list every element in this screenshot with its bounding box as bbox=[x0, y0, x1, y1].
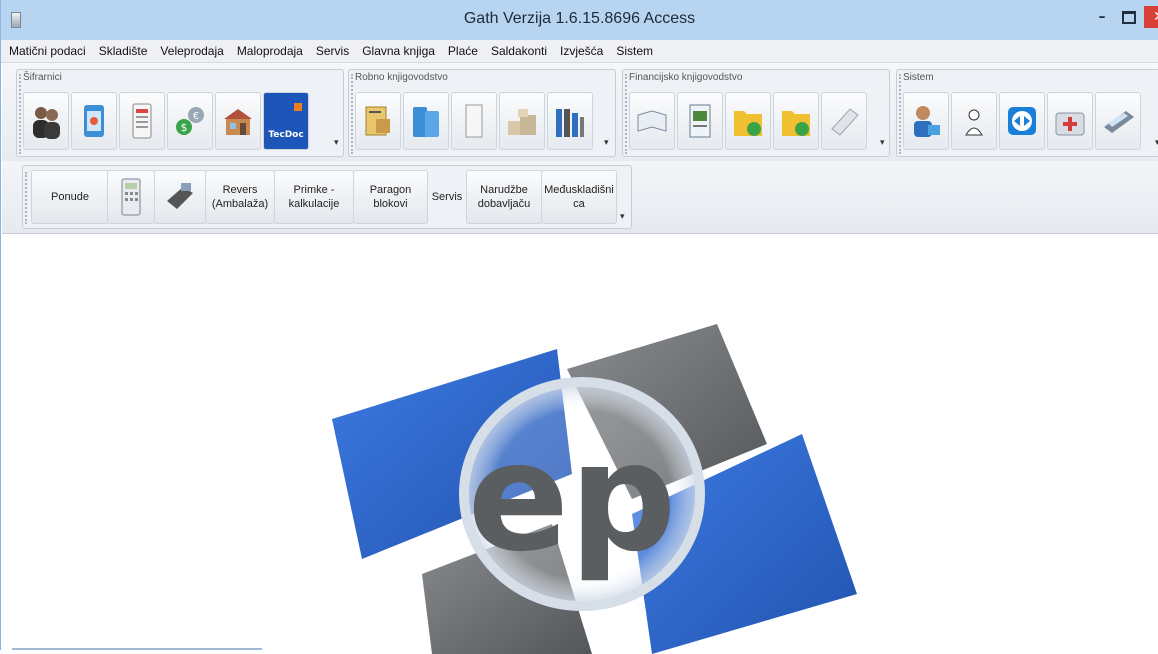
cash-register-button[interactable] bbox=[154, 170, 206, 224]
menu-saldakonti[interactable]: Saldakonti bbox=[489, 42, 549, 60]
menu-glavna-knjiga[interactable]: Glavna knjiga bbox=[360, 42, 437, 60]
menu-servis[interactable]: Servis bbox=[314, 42, 351, 60]
shelves-button[interactable] bbox=[547, 92, 593, 150]
users-button[interactable] bbox=[23, 92, 69, 150]
narudzbe-dobavljacu-button[interactable]: Narudžbe dobavljaču bbox=[466, 170, 542, 224]
menu-maticni-podaci[interactable]: Matični podaci bbox=[7, 42, 88, 60]
revers-button[interactable]: Revers (Ambalaža) bbox=[205, 170, 275, 224]
servis-button[interactable]: Servis bbox=[427, 170, 467, 224]
calculator-button[interactable] bbox=[107, 170, 155, 224]
person-button[interactable] bbox=[951, 92, 997, 150]
minimize-button[interactable]: – bbox=[1088, 6, 1116, 28]
warehouse-button[interactable] bbox=[499, 92, 545, 150]
group-label: Šifrarnici bbox=[23, 72, 62, 83]
users-icon bbox=[33, 107, 60, 139]
close-button[interactable]: ✕ bbox=[1144, 6, 1158, 28]
group-label: Sistem bbox=[903, 72, 934, 83]
import-button[interactable] bbox=[725, 92, 771, 150]
paragon-blokovi-button[interactable]: Paragon blokovi bbox=[353, 170, 428, 224]
tecdoc-button[interactable]: TecDoc bbox=[263, 92, 309, 150]
scanner-button[interactable] bbox=[1095, 92, 1141, 150]
boxes-icon bbox=[413, 107, 439, 137]
meduskladisnica-button[interactable]: Međuskladišni ca bbox=[541, 170, 617, 224]
payment-button[interactable] bbox=[821, 92, 867, 150]
articles-button[interactable] bbox=[71, 92, 117, 150]
store-building-icon bbox=[224, 109, 252, 135]
export-button[interactable] bbox=[773, 92, 819, 150]
maximize-button[interactable] bbox=[1115, 6, 1143, 28]
group-label: Robno knjigovodstvo bbox=[355, 72, 448, 83]
maloprodaja-toolbar: Ponude Revers (Ambalaža) Primke - kalkul… bbox=[22, 165, 632, 229]
toolbar-dropdown-icon[interactable]: ▾ bbox=[620, 212, 625, 222]
receipts-button[interactable] bbox=[355, 92, 401, 150]
group-sistem: Sistem ▾ bbox=[896, 69, 1158, 157]
ribbon-toolbar: Šifrarnici $ € TecDoc ▾ Robno knjigovods… bbox=[2, 63, 1158, 161]
clipboard-boxes-icon bbox=[365, 106, 390, 136]
calendar-doc-button[interactable] bbox=[119, 92, 165, 150]
group-dropdown-icon[interactable]: ▾ bbox=[334, 138, 339, 148]
toolbar-grip bbox=[25, 172, 29, 224]
svg-text:TecDoc: TecDoc bbox=[268, 130, 303, 140]
primke-kalkulacije-button[interactable]: Primke - kalkulacije bbox=[274, 170, 354, 224]
door-button[interactable] bbox=[451, 92, 497, 150]
door-icon bbox=[465, 104, 483, 138]
ledger-button[interactable] bbox=[677, 92, 723, 150]
box-icon bbox=[84, 105, 104, 137]
user-admin-icon bbox=[914, 106, 940, 137]
calendar-document-icon bbox=[132, 103, 152, 139]
ponude-button[interactable]: Ponude bbox=[31, 170, 109, 224]
group-robno-knjigovodstvo: Robno knjigovodstvo ▾ bbox=[348, 69, 616, 157]
menu-sistem[interactable]: Sistem bbox=[614, 42, 655, 60]
ribbon-toolbar-secondary: Ponude Revers (Ambalaža) Primke - kalkul… bbox=[2, 161, 1158, 234]
ep-logo: ep bbox=[332, 324, 857, 654]
tecdoc-logo: TecDoc bbox=[268, 103, 304, 140]
money-exchange-icon: $€ bbox=[176, 107, 204, 135]
calculator-icon bbox=[121, 178, 141, 216]
inventory-button[interactable] bbox=[403, 92, 449, 150]
main-content-area: ep bbox=[2, 234, 1158, 654]
logo-text: ep bbox=[467, 411, 676, 585]
maximize-icon bbox=[1122, 10, 1136, 24]
user-admin-button[interactable] bbox=[903, 92, 949, 150]
menu-bar: Matični podaci Skladište Veleprodaja Mal… bbox=[1, 40, 1158, 63]
scanner-icon bbox=[1104, 111, 1134, 133]
group-dropdown-icon[interactable]: ▾ bbox=[604, 138, 609, 148]
menu-place[interactable]: Plaće bbox=[446, 42, 480, 60]
title-bar[interactable]: Gath Verzija 1.6.15.8696 Access – ✕ bbox=[1, 0, 1158, 40]
folder-upload-icon bbox=[782, 111, 810, 136]
menu-veleprodaja[interactable]: Veleprodaja bbox=[158, 42, 225, 60]
journal-button[interactable] bbox=[629, 92, 675, 150]
group-dropdown-icon[interactable]: ▾ bbox=[880, 138, 885, 148]
group-financijsko-knjigovodstvo: Financijsko knjigovodstvo ▾ bbox=[622, 69, 890, 157]
stores-button[interactable] bbox=[215, 92, 261, 150]
open-book-icon bbox=[637, 110, 667, 132]
warehouse-boxes-icon bbox=[508, 109, 536, 135]
teamviewer-icon bbox=[1008, 107, 1036, 135]
cheque-icon bbox=[831, 108, 859, 136]
currency-button[interactable]: $ € bbox=[167, 92, 213, 150]
group-label: Financijsko knjigovodstvo bbox=[629, 72, 743, 83]
svg-text:€: € bbox=[193, 111, 199, 122]
group-sifrarnici: Šifrarnici $ € TecDoc ▾ bbox=[16, 69, 344, 157]
window-title: Gath Verzija 1.6.15.8696 Access bbox=[463, 10, 696, 27]
ledger-icon bbox=[689, 104, 711, 138]
first-aid-kit-icon bbox=[1055, 112, 1085, 136]
folder-download-icon bbox=[734, 111, 762, 136]
shelves-icon bbox=[556, 109, 584, 137]
cash-register-icon bbox=[167, 183, 193, 209]
backup-button[interactable] bbox=[1047, 92, 1093, 150]
menu-maloprodaja[interactable]: Maloprodaja bbox=[235, 42, 305, 60]
menu-skladiste[interactable]: Skladište bbox=[97, 42, 150, 60]
svg-text:$: $ bbox=[181, 121, 188, 134]
app-window: Gath Verzija 1.6.15.8696 Access – ✕ Mati… bbox=[0, 0, 1158, 654]
teamviewer-button[interactable] bbox=[999, 92, 1045, 150]
person-icon bbox=[965, 109, 983, 136]
menu-izvjesca[interactable]: Izvješća bbox=[558, 42, 605, 60]
